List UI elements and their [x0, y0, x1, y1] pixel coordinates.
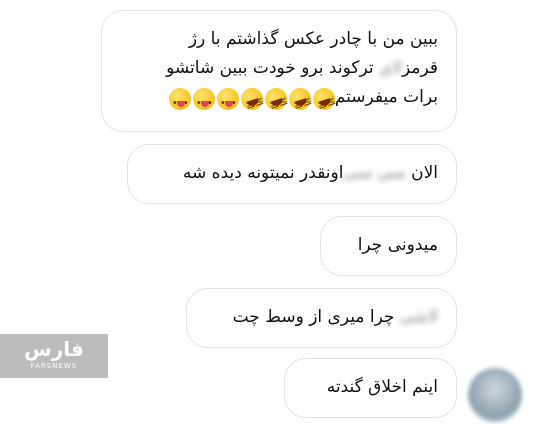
message-4-rest: چرا میری از وسط چت	[232, 307, 395, 327]
message-1-line-3-text: برات میفرستم	[334, 87, 438, 107]
blurred-text: لاشی	[399, 307, 438, 327]
message-bubble-1[interactable]: ببین من با چادر عکس گذاشتم با رژ قرمزلای…	[101, 10, 457, 132]
avatar[interactable]	[468, 368, 522, 422]
message-bubble-5[interactable]: اینم اخلاق گندته	[284, 358, 457, 418]
message-4-text: لاشی چرا میری از وسط چت	[197, 303, 438, 332]
message-2-rest: اونقدر نمیتونه دیده شه	[182, 163, 344, 183]
message-bubble-2[interactable]: الان سی سیاونقدر نمیتونه دیده شه	[127, 144, 457, 204]
farsnews-watermark: فارس FARSNEWS	[0, 334, 108, 378]
message-1-line-3: برات میفرستم	[112, 83, 438, 118]
watermark-subtitle: FARSNEWS	[30, 362, 78, 370]
message-1-line-2-start: قرمز	[402, 58, 438, 78]
message-2-prefix: الان	[411, 163, 438, 183]
message-5-text: اینم اخلاق گندته	[326, 377, 438, 397]
message-1-line-2-end: ترکوند برو خودت ببین شاتشو	[166, 58, 374, 78]
emoji-row	[168, 85, 338, 118]
watermark-title: فارس	[24, 337, 84, 361]
message-bubble-3[interactable]: میدونی چرا	[320, 216, 457, 276]
message-1-line-2: قرمزلای ترکوند برو خودت ببین شاتشو	[112, 54, 438, 83]
rolling-laughing-icon	[237, 85, 266, 113]
face-with-tongue-icon	[192, 88, 215, 118]
face-with-tongue-icon	[216, 88, 239, 118]
face-with-tongue-icon	[168, 88, 191, 118]
message-1-line-1: ببین من با چادر عکس گذاشتم با رژ	[188, 29, 438, 49]
blurred-text: سی سی	[343, 163, 406, 183]
message-bubble-4[interactable]: لاشی چرا میری از وسط چت	[186, 288, 457, 348]
blurred-text: لای	[378, 58, 402, 78]
message-3-text: میدونی چرا	[357, 235, 438, 255]
message-2-text: الان سی سیاونقدر نمیتونه دیده شه	[138, 159, 438, 188]
